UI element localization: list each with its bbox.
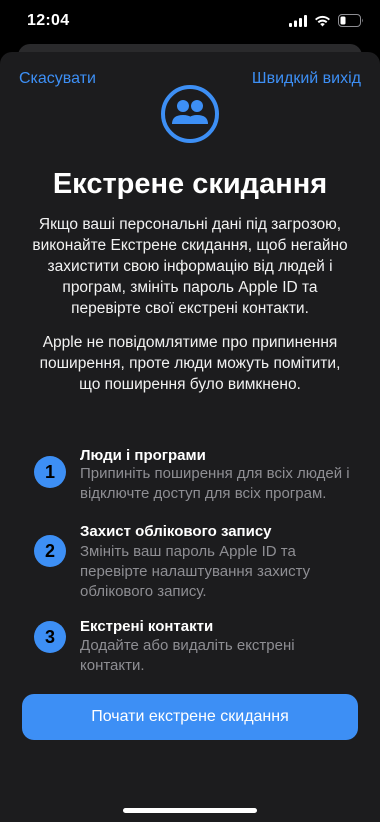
battery-icon: [338, 14, 363, 27]
quick-exit-button[interactable]: Швидкий вихід: [252, 70, 361, 88]
step-title: Захист облікового запису: [80, 523, 272, 540]
note-text: Apple не повідомлятиме про припинення по…: [39, 334, 341, 393]
people-icon: [161, 85, 219, 143]
description-text: Якщо ваші персональні дані під загрозою,…: [32, 216, 348, 317]
status-bar: 12:04: [0, 0, 380, 46]
home-indicator[interactable]: [123, 808, 257, 813]
step-number-badge: 1: [34, 456, 66, 488]
page-title: Екстрене скидання: [52, 168, 328, 200]
emergency-reset-sheet: Скасувати Швидкий вихід Екстрене скиданн…: [0, 52, 380, 822]
signal-icon: [289, 14, 307, 27]
step-number-badge: 2: [34, 535, 66, 567]
step-number-badge: 3: [34, 621, 66, 653]
step-description: Змініть ваш пароль Apple ID та перевірте…: [80, 543, 311, 600]
step-description: Додайте або видаліть екстрені контакти.: [80, 637, 295, 674]
status-time: 12:04: [27, 12, 70, 29]
status-icons: [289, 14, 364, 27]
step-title: Екстрені контакти: [80, 618, 214, 635]
cancel-button[interactable]: Скасувати: [19, 70, 96, 88]
step-title: Люди і програми: [80, 447, 206, 464]
start-emergency-reset-button[interactable]: Почати екстрене скидання: [22, 694, 358, 740]
step-description: Припиніть поширення для всіх людей і від…: [80, 465, 350, 502]
wifi-icon: [315, 15, 330, 26]
